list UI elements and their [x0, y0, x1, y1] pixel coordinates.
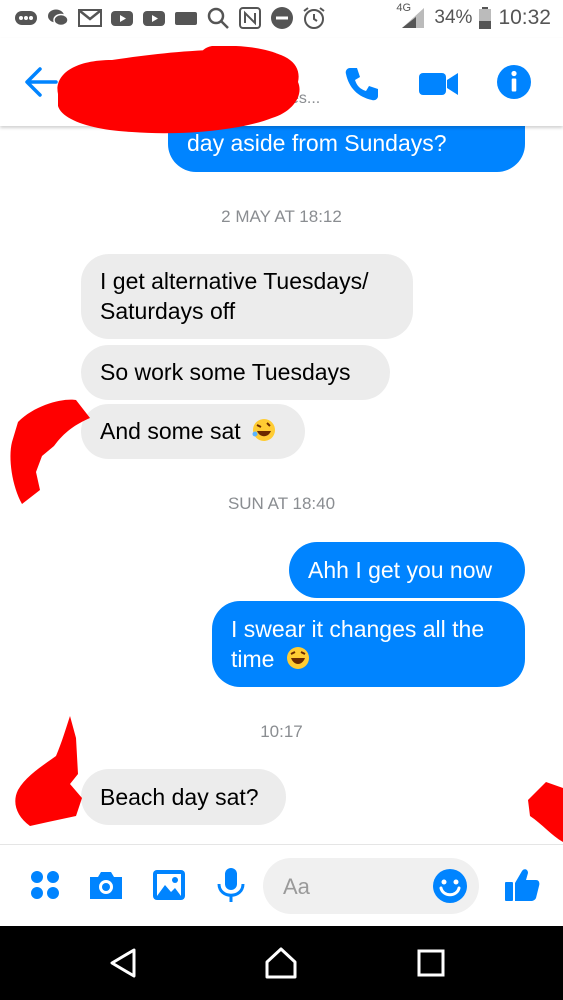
camera-button[interactable] — [86, 865, 126, 905]
message-text: And some sat — [100, 418, 241, 444]
menu-grid-icon — [31, 871, 59, 899]
conversation-header: es... — [0, 38, 563, 134]
back-triangle-icon — [110, 948, 136, 978]
system-nav-bar — [0, 926, 563, 1000]
message-text: Beach day sat? — [100, 784, 259, 810]
recents-icon — [417, 949, 445, 977]
notification-icons — [14, 6, 326, 30]
battery-icon — [478, 6, 492, 30]
message-text: Ahh I get you now — [308, 557, 493, 583]
do-not-disturb-icon — [270, 6, 294, 30]
info-icon — [497, 65, 531, 99]
network-type: 4G — [396, 2, 412, 14]
video-icon — [174, 6, 198, 30]
nav-recents-button[interactable] — [414, 946, 448, 980]
emoji-button[interactable] — [431, 867, 469, 905]
gmail-icon — [78, 6, 102, 30]
message-text: Saturdays off — [100, 298, 236, 324]
search-icon — [206, 6, 230, 30]
message-text: I get alternative Tuesdays/ — [100, 268, 369, 294]
message-incoming[interactable]: I get alternative Tuesdays/ Saturdays of… — [81, 254, 413, 339]
alarm-icon — [302, 6, 326, 30]
gallery-icon — [153, 870, 185, 900]
nfc-icon — [238, 6, 262, 30]
status-bar: 4G 34% 10:32 — [0, 0, 563, 38]
info-button[interactable] — [492, 60, 536, 104]
like-button[interactable] — [502, 865, 542, 905]
timestamp: 10:17 — [260, 722, 303, 741]
message-text: I swear it changes all the — [231, 616, 485, 642]
redaction-mark — [528, 782, 563, 842]
message-outgoing[interactable]: I swear it changes all the time — [212, 601, 525, 687]
phone-icon — [345, 68, 378, 101]
video-camera-icon — [419, 73, 458, 95]
thumbs-up-icon — [505, 869, 540, 901]
redacted-contact-name — [57, 46, 300, 134]
gallery-button[interactable] — [149, 865, 189, 905]
rofl-emoji-icon — [251, 417, 277, 450]
nav-home-button[interactable] — [264, 946, 298, 980]
message-incoming[interactable]: And some sat — [81, 404, 305, 459]
signal-icon: 4G — [396, 2, 428, 30]
wechat-icon — [46, 6, 70, 30]
more-dots-icon — [14, 6, 38, 30]
voice-call-button[interactable] — [340, 62, 384, 106]
timestamp: 2 MAY AT 18:12 — [221, 207, 342, 226]
message-input-placeholder: Aa — [283, 874, 310, 899]
home-icon — [265, 947, 297, 979]
message-incoming[interactable]: So work some Tuesdays — [81, 345, 390, 400]
nav-back-button[interactable] — [107, 946, 141, 980]
message-composer: Aa — [0, 844, 563, 926]
camera-icon — [90, 872, 122, 899]
battery-percent: 34% — [434, 7, 473, 28]
message-list: day aside from Sundays? 2 MAY AT 18:12 I… — [0, 126, 563, 844]
youtube-icon — [142, 6, 166, 30]
message-text: So work some Tuesdays — [100, 359, 351, 385]
voice-message-button[interactable] — [211, 865, 251, 905]
emoji-icon — [433, 869, 467, 903]
laughing-emoji-icon — [285, 645, 311, 678]
clock: 10:32 — [498, 6, 551, 29]
microphone-icon — [217, 868, 245, 902]
more-actions-button[interactable] — [25, 865, 65, 905]
redacted-avatar — [10, 399, 90, 504]
message-input[interactable]: Aa — [263, 858, 479, 914]
system-status: 4G 34% 10:32 — [396, 2, 551, 30]
message-text: time — [231, 646, 275, 672]
video-call-button[interactable] — [416, 62, 460, 106]
redacted-avatar — [15, 716, 82, 826]
message-incoming[interactable]: Beach day sat? — [81, 769, 286, 825]
youtube-icon — [110, 6, 134, 30]
message-outgoing[interactable]: Ahh I get you now — [289, 542, 525, 598]
